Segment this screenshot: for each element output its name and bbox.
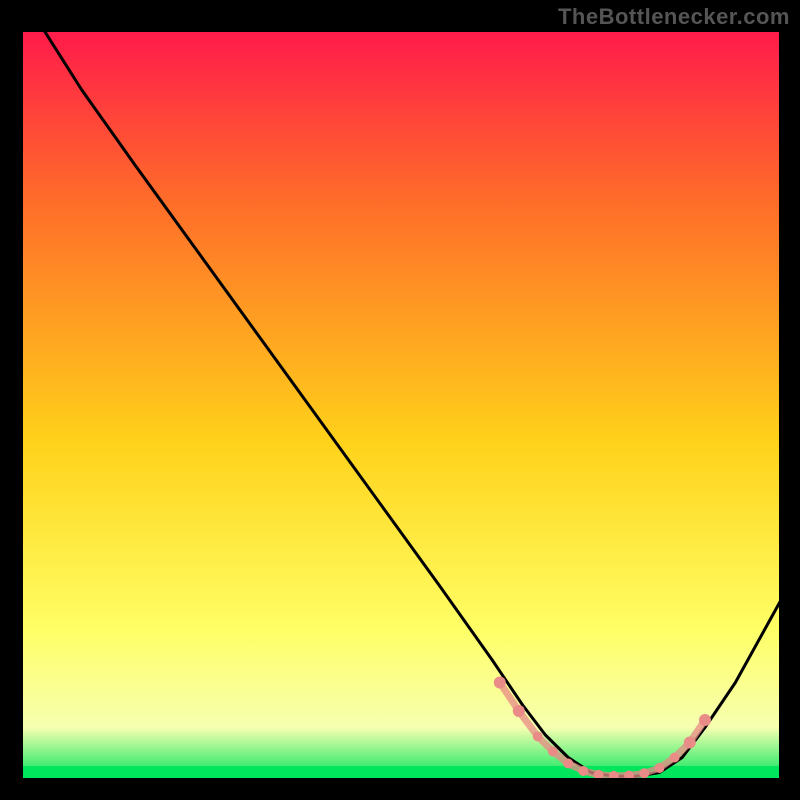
plot-border (18, 28, 783, 783)
chart-stage: TheBottlenecker.com (0, 0, 800, 800)
watermark-text: TheBottlenecker.com (558, 4, 790, 30)
plot-area (18, 28, 783, 783)
